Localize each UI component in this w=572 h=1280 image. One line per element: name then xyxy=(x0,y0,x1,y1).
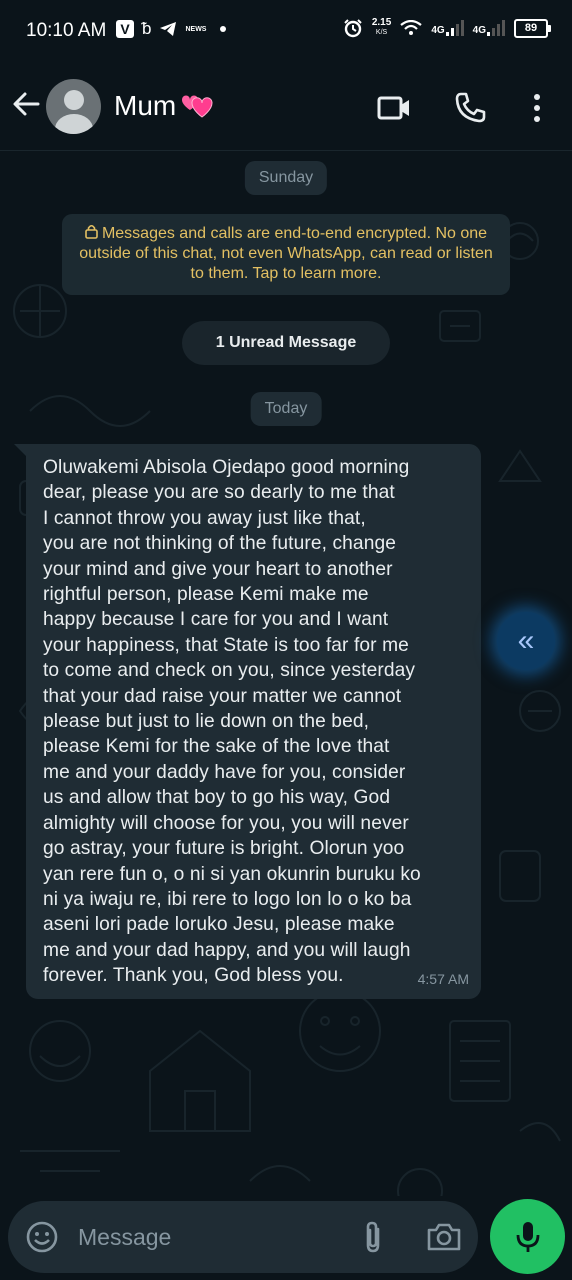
message-input-container: Message xyxy=(8,1201,478,1273)
camera-icon[interactable] xyxy=(425,1219,463,1255)
voice-call-icon[interactable] xyxy=(452,90,488,126)
hearts-emoji-icon xyxy=(182,95,213,118)
double-chevron-left-icon: « xyxy=(517,624,535,657)
chat-area[interactable]: Sunday Messages and calls are end-to-end… xyxy=(0,151,572,1196)
back-arrow-icon[interactable] xyxy=(10,88,42,120)
day-label-today: Today xyxy=(250,392,322,426)
speed-value: 2.15 xyxy=(371,17,392,28)
status-time: 10:10 AM xyxy=(26,20,107,41)
message-time: 4:57 AM xyxy=(417,971,469,987)
encryption-notice-text: Messages and calls are end-to-end encryp… xyxy=(79,225,493,282)
signal-bars-icon xyxy=(487,20,505,36)
signal-bars-icon xyxy=(445,20,464,36)
video-call-icon[interactable] xyxy=(376,90,412,126)
signal-sim-1: 4G xyxy=(431,20,464,36)
day-label-sunday: Sunday xyxy=(244,161,328,195)
status-bar: 10:10 AM V ᵬ NEWS 2.15 K/S 4G 4G 89 xyxy=(0,0,572,62)
message-input[interactable]: Message xyxy=(78,1224,171,1251)
app-notification-icon: V xyxy=(116,20,134,38)
bolt-app-icon: ᵬ xyxy=(142,19,152,38)
more-icon[interactable] xyxy=(519,90,555,126)
news-icon: NEWS xyxy=(185,25,207,33)
encryption-notice[interactable]: Messages and calls are end-to-end encryp… xyxy=(62,214,510,295)
lock-icon xyxy=(85,224,98,239)
more-notifications-dot xyxy=(220,26,227,32)
attach-icon[interactable] xyxy=(358,1219,388,1255)
microphone-icon xyxy=(516,1221,539,1252)
alarm-icon xyxy=(344,19,362,38)
speed-unit: K/S xyxy=(375,29,388,36)
forward-button[interactable]: « xyxy=(497,612,555,670)
input-bar: Message xyxy=(0,1196,572,1280)
voice-record-button[interactable] xyxy=(490,1199,565,1274)
emoji-icon[interactable] xyxy=(24,1219,60,1255)
chat-header: Mum xyxy=(0,62,572,151)
network-speed: 2.15 K/S xyxy=(372,18,391,38)
incoming-message-bubble[interactable]: Oluwakemi Abisola Ojedapo good morning d… xyxy=(14,444,481,999)
contact-name-area[interactable]: Mum xyxy=(114,90,214,122)
system-status: 2.15 K/S 4G 4G 89 xyxy=(343,18,551,38)
network-type-2: 4G xyxy=(472,25,486,36)
unread-message-divider: 1 Unread Message xyxy=(182,321,390,365)
battery-icon: 89 xyxy=(514,18,551,38)
battery-level: 89 xyxy=(524,22,538,34)
message-text: Oluwakemi Abisola Ojedapo good morning d… xyxy=(43,457,421,987)
network-type-1: 4G xyxy=(431,25,445,36)
signal-sim-2: 4G xyxy=(473,20,505,36)
wifi-icon xyxy=(400,20,422,35)
notification-icons: V ᵬ NEWS xyxy=(116,19,227,38)
telegram-icon xyxy=(160,22,177,36)
avatar[interactable] xyxy=(46,79,101,134)
contact-name: Mum xyxy=(114,90,177,121)
